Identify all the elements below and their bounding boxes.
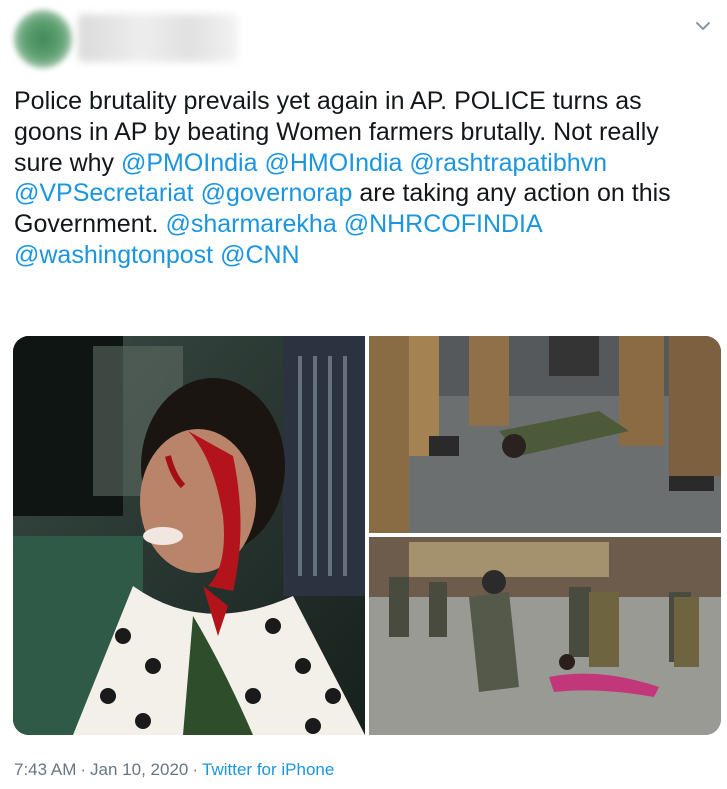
mention-link[interactable]: @CNN xyxy=(220,241,300,269)
tweet-date[interactable]: Jan 10, 2020 xyxy=(90,760,188,779)
mention-link[interactable]: @rashtrapatibhvn xyxy=(409,149,607,177)
tweet-meta: 7:43 AM · Jan 10, 2020 · Twitter for iPhone xyxy=(14,760,334,780)
photo-injured-woman[interactable] xyxy=(13,336,365,735)
mention-link[interactable]: @governorap xyxy=(201,179,353,207)
tweet-time[interactable]: 7:43 AM xyxy=(14,760,76,779)
mention-link[interactable]: @sharmarekha xyxy=(165,210,336,238)
media-grid xyxy=(13,336,721,735)
meta-separator: · xyxy=(80,760,87,779)
photo-police-street[interactable] xyxy=(369,537,721,735)
tweet-text-segment xyxy=(194,179,201,207)
mention-link[interactable]: @VPSecretariat xyxy=(14,179,194,207)
photo-woman-on-ground[interactable] xyxy=(369,336,721,533)
mention-link[interactable]: @washingtonpost xyxy=(14,241,213,269)
chevron-down-icon xyxy=(696,22,710,30)
tweet-header xyxy=(0,0,727,80)
tweet-text: Police brutality prevails yet again in A… xyxy=(14,86,714,271)
tweet-source-link[interactable]: Twitter for iPhone xyxy=(202,760,334,779)
more-options-button[interactable] xyxy=(689,12,717,40)
meta-separator: · xyxy=(192,760,199,779)
mention-link[interactable]: @NHRCOFINDIA xyxy=(344,210,542,238)
mention-link[interactable]: @PMOIndia xyxy=(121,149,258,177)
mention-link[interactable]: @HMOIndia xyxy=(264,149,402,177)
avatar[interactable] xyxy=(14,10,72,68)
author-name-blurred[interactable] xyxy=(78,14,238,62)
tweet-text-segment xyxy=(337,210,344,238)
